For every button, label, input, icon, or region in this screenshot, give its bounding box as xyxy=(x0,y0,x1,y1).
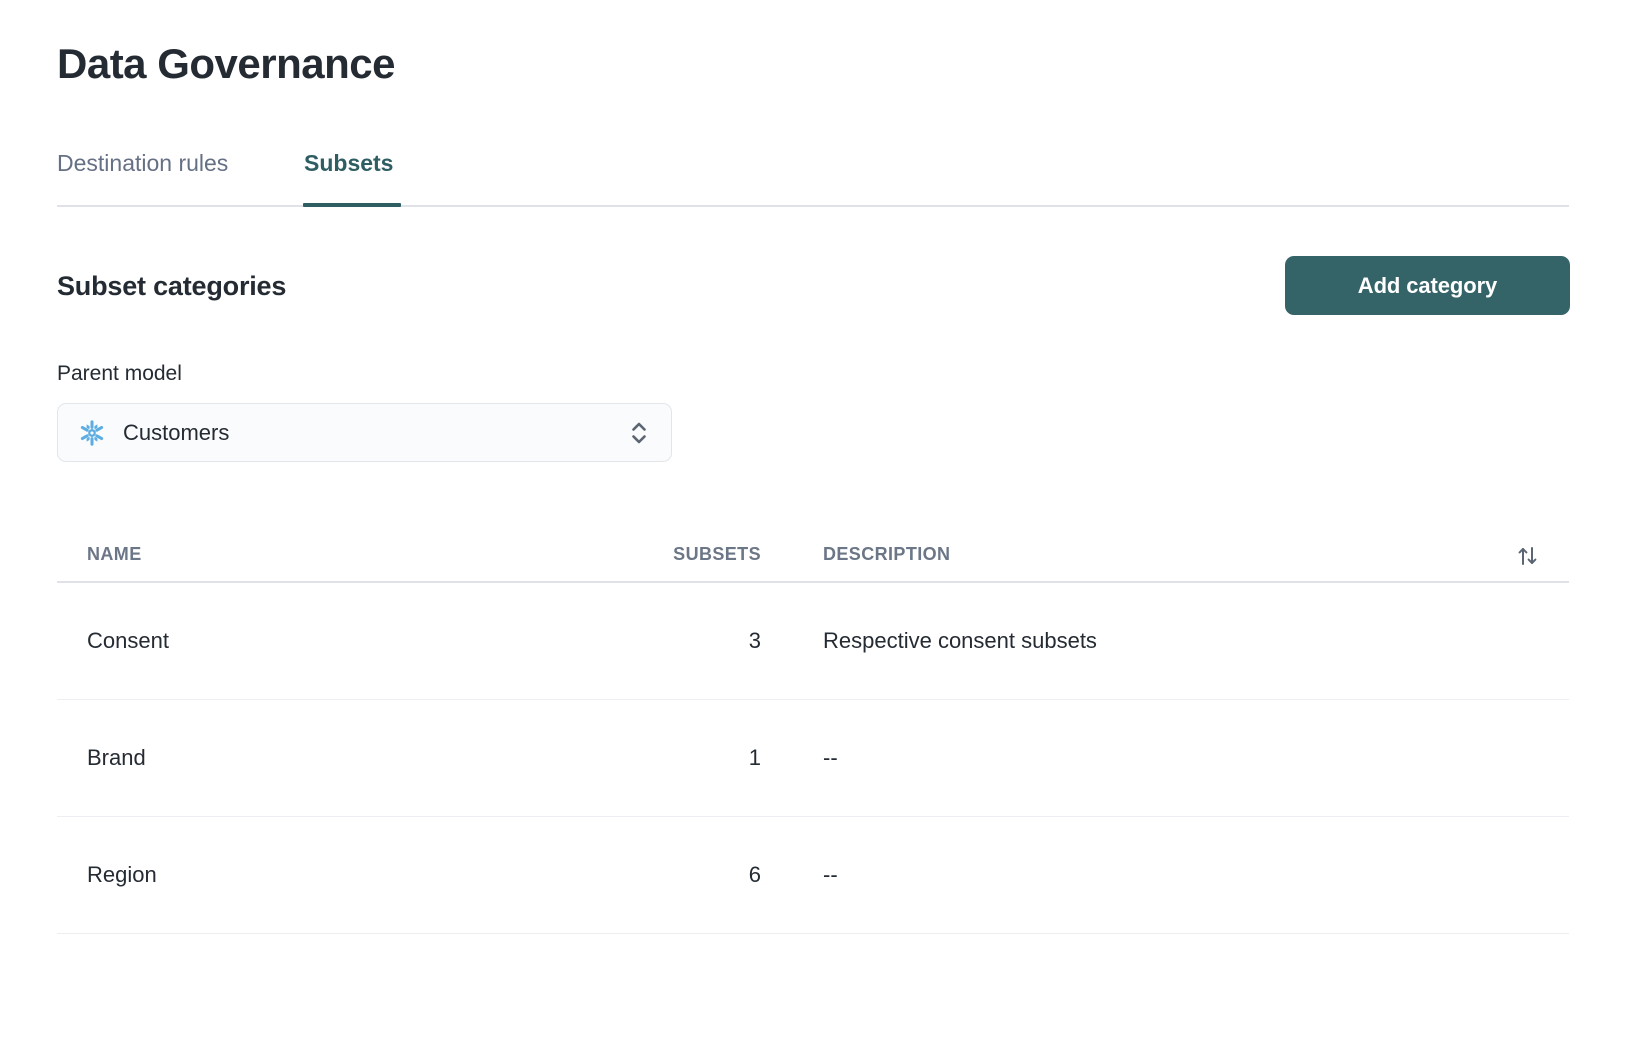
column-header-name[interactable]: NAME xyxy=(87,544,142,565)
cell-name: Consent xyxy=(87,628,169,653)
tab-bar: Destination rules Subsets xyxy=(57,148,1569,208)
cell-description: Respective consent subsets xyxy=(823,628,1097,653)
sort-arrows-icon[interactable] xyxy=(1515,543,1541,569)
table-row[interactable]: Brand 1 -- xyxy=(57,700,1569,817)
tab-active-indicator xyxy=(303,203,401,207)
table-header-row: NAME SUBSETS DESCRIPTION xyxy=(57,505,1569,583)
tab-subsets[interactable]: Subsets xyxy=(304,148,393,178)
table-row[interactable]: Consent 3 Respective consent subsets xyxy=(57,583,1569,700)
parent-model-label: Parent model xyxy=(57,362,182,385)
tab-bar-divider xyxy=(57,205,1569,207)
column-header-description[interactable]: DESCRIPTION xyxy=(823,544,950,565)
cell-subsets: 1 xyxy=(748,745,761,770)
table-row[interactable]: Region 6 -- xyxy=(57,817,1569,934)
cell-description: -- xyxy=(823,862,838,887)
parent-model-select[interactable]: Customers xyxy=(57,403,672,462)
parent-model-value: Customers xyxy=(123,419,230,445)
subset-categories-table: NAME SUBSETS DESCRIPTION Consent 3 Respe… xyxy=(57,505,1569,934)
cell-name: Region xyxy=(87,862,157,887)
snowflake-icon xyxy=(77,418,107,448)
data-governance-page: Data Governance Destination rules Subset… xyxy=(0,0,1628,1054)
cell-subsets: 3 xyxy=(748,628,761,653)
cell-name: Brand xyxy=(87,745,146,770)
section-title: Subset categories xyxy=(57,271,287,301)
tab-destination-rules[interactable]: Destination rules xyxy=(57,148,228,178)
cell-subsets: 6 xyxy=(748,862,761,887)
column-header-subsets[interactable]: SUBSETS xyxy=(653,544,761,565)
page-title: Data Governance xyxy=(57,40,395,87)
cell-description: -- xyxy=(823,745,838,770)
add-category-button[interactable]: Add category xyxy=(1285,256,1570,315)
chevron-up-down-icon[interactable] xyxy=(629,418,649,448)
